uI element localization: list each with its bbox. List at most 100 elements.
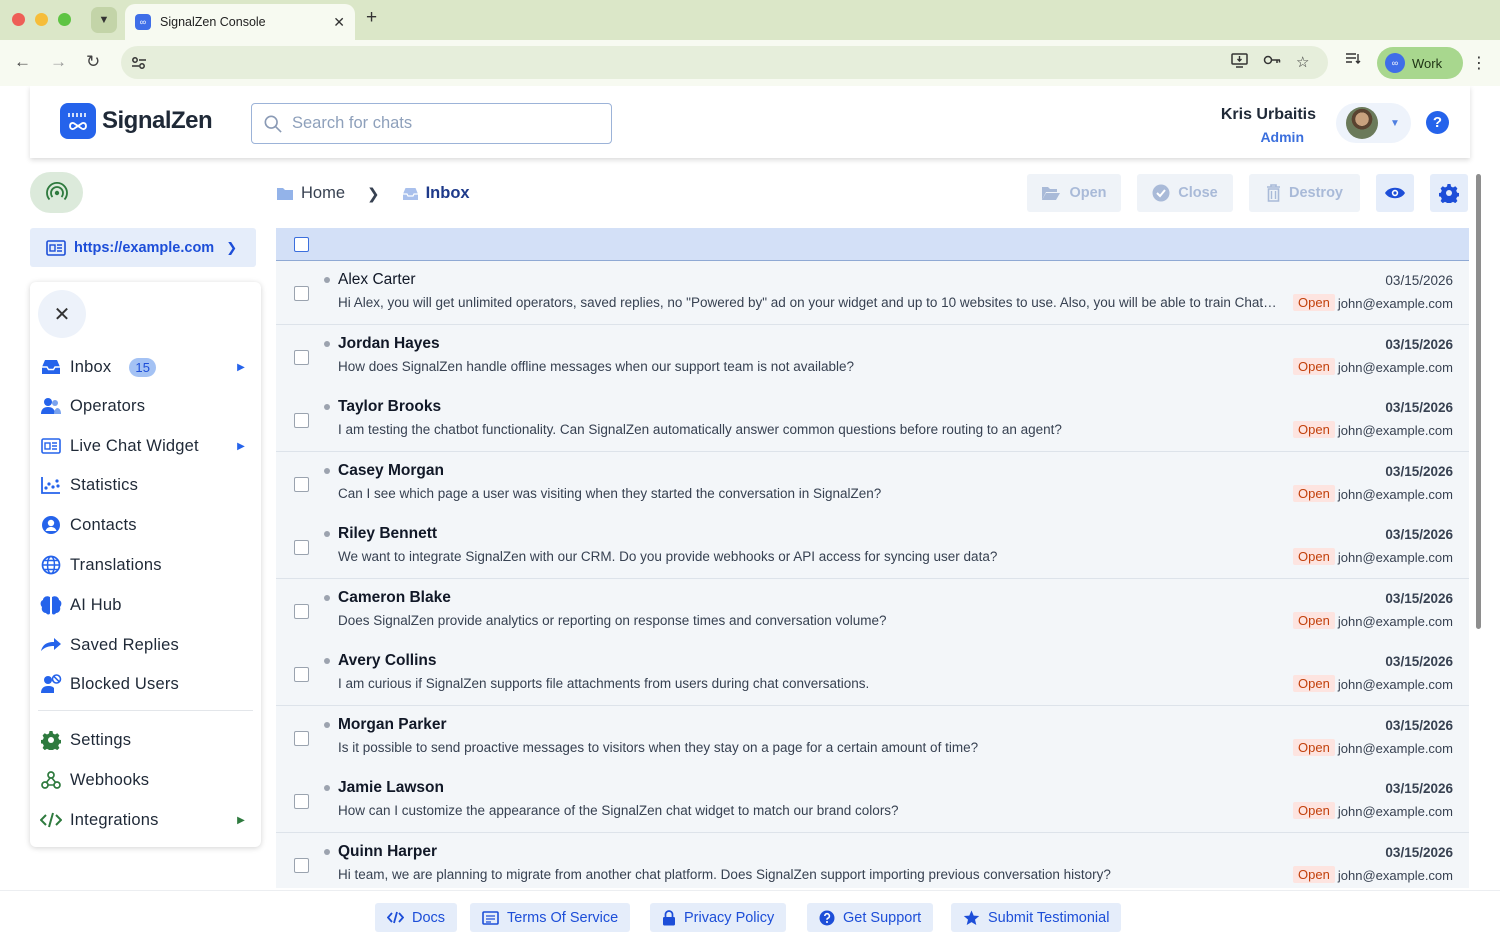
browser-menu-icon[interactable]: ⋮ — [1471, 53, 1487, 73]
breadcrumb-inbox[interactable]: Inbox — [402, 184, 470, 203]
breadcrumb-home-label: Home — [301, 184, 346, 202]
row-checkbox[interactable] — [294, 350, 309, 365]
inbox-icon — [40, 356, 62, 378]
brain-icon — [40, 594, 62, 616]
testimonial-link[interactable]: Submit Testimonial — [951, 903, 1122, 932]
chat-date: 03/15/2026 — [1385, 527, 1453, 542]
chat-email: john@example.com — [1337, 360, 1453, 375]
forward-arrow-icon[interactable]: → — [50, 52, 67, 72]
sidebar-item-webhooks[interactable]: Webhooks — [40, 764, 255, 796]
sidebar-item-label: Contacts — [70, 515, 137, 534]
sidebar-item-inbox[interactable]: Inbox 15 ▶ — [40, 351, 255, 383]
blocked-user-icon — [40, 673, 62, 695]
support-link[interactable]: Get Support — [807, 903, 934, 932]
open-button[interactable]: Open — [1027, 174, 1121, 212]
chat-name: Taylor Brooks — [338, 398, 442, 415]
browser-tab[interactable]: ∞ SignalZen Console ✕ — [125, 4, 355, 40]
table-row[interactable]: Jamie Lawson How can I customize the app… — [276, 769, 1469, 833]
chat-search-box[interactable] — [251, 103, 612, 144]
tab-close-icon[interactable]: ✕ — [333, 14, 345, 31]
row-checkbox[interactable] — [294, 286, 309, 301]
sidebar-item-integrations[interactable]: Integrations ▶ — [40, 804, 255, 836]
table-row[interactable]: Avery Collins I am curious if SignalZen … — [276, 642, 1469, 706]
reading-list-icon[interactable] — [1345, 52, 1361, 70]
select-all-checkbox[interactable] — [294, 237, 309, 252]
table-row[interactable]: Jordan Hayes How does SignalZen handle o… — [276, 325, 1469, 389]
help-icon[interactable]: ? — [1426, 111, 1449, 134]
row-checkbox[interactable] — [294, 540, 309, 555]
sidebar-item-statistics[interactable]: Statistics — [40, 469, 255, 501]
website-selector[interactable]: https://example.com ❯ — [30, 228, 256, 267]
list-settings-button[interactable] — [1430, 174, 1468, 212]
breadcrumb-home[interactable]: Home — [276, 184, 345, 203]
breadcrumb-current-label: Inbox — [425, 184, 470, 202]
back-arrow-icon[interactable]: ← — [14, 52, 31, 72]
window-minimize-button[interactable] — [35, 13, 48, 26]
row-checkbox[interactable] — [294, 858, 309, 873]
broadcast-status-button[interactable] — [30, 172, 83, 213]
chat-list: Alex Carter Hi Alex, you will get unlimi… — [276, 228, 1469, 888]
user-menu-button[interactable]: ▼ — [1336, 103, 1411, 143]
sidebar-item-contacts[interactable]: Contacts — [40, 509, 255, 541]
row-checkbox[interactable] — [294, 413, 309, 428]
install-app-icon[interactable] — [1231, 53, 1248, 72]
window-zoom-button[interactable] — [58, 13, 71, 26]
chat-name: Cameron Blake — [338, 589, 451, 606]
page-scrollbar[interactable] — [1476, 174, 1481, 629]
profile-chip[interactable]: ∞ Work — [1377, 47, 1463, 79]
bookmark-star-icon[interactable]: ☆ — [1296, 53, 1309, 71]
chat-email: john@example.com — [1337, 614, 1453, 629]
sidebar-item-ai-hub[interactable]: AI Hub — [40, 589, 255, 621]
avatar — [1346, 107, 1378, 139]
search-icon — [264, 115, 282, 133]
unread-dot — [324, 341, 330, 347]
search-input[interactable] — [292, 114, 592, 133]
sidebar-item-saved-replies[interactable]: Saved Replies — [40, 629, 255, 661]
sidebar-item-translations[interactable]: Translations — [40, 549, 255, 581]
password-key-icon[interactable] — [1263, 53, 1281, 70]
chat-name: Morgan Parker — [338, 716, 447, 733]
row-checkbox[interactable] — [294, 667, 309, 682]
reload-icon[interactable]: ↻ — [86, 52, 100, 72]
row-checkbox[interactable] — [294, 794, 309, 809]
sidebar-item-blocked-users[interactable]: Blocked Users — [40, 668, 255, 700]
close-icon[interactable]: ✕ — [38, 290, 86, 338]
sidebar-item-live-chat-widget[interactable]: Live Chat Widget ▶ — [40, 430, 255, 462]
browser-toolbar: ← → ↻ ☆ ∞ Work ⋮ — [0, 40, 1500, 86]
table-row[interactable]: Quinn Harper Hi team, we are planning to… — [276, 833, 1469, 888]
sidebar-item-settings[interactable]: Settings — [40, 724, 255, 756]
tab-search-button[interactable]: ▼ — [91, 7, 117, 33]
status-badge: Open — [1293, 358, 1335, 375]
privacy-link[interactable]: Privacy Policy — [650, 903, 787, 932]
chat-preview: How does SignalZen handle offline messag… — [338, 359, 855, 374]
table-row[interactable]: Cameron Blake Does SignalZen provide ana… — [276, 579, 1469, 643]
site-settings-icon[interactable] — [129, 53, 149, 73]
table-row[interactable]: Alex Carter Hi Alex, you will get unlimi… — [276, 261, 1469, 325]
window-close-button[interactable] — [12, 13, 25, 26]
sidebar-item-operators[interactable]: Operators — [40, 390, 255, 422]
status-badge: Open — [1293, 612, 1335, 629]
row-checkbox[interactable] — [294, 604, 309, 619]
terms-link[interactable]: Terms Of Service — [470, 903, 631, 932]
row-checkbox[interactable] — [294, 477, 309, 492]
unread-dot — [324, 404, 330, 410]
destroy-button[interactable]: Destroy — [1249, 174, 1360, 212]
table-row[interactable]: Casey Morgan Can I see which page a user… — [276, 452, 1469, 516]
table-row[interactable]: Taylor Brooks I am testing the chatbot f… — [276, 388, 1469, 452]
docs-link[interactable]: Docs — [375, 903, 458, 932]
unread-dot — [324, 595, 330, 601]
close-button[interactable]: Close — [1137, 174, 1233, 212]
new-tab-button[interactable]: + — [366, 7, 377, 29]
row-checkbox[interactable] — [294, 731, 309, 746]
destroy-button-label: Destroy — [1289, 185, 1343, 201]
unread-dot — [324, 531, 330, 537]
signalzen-favicon-icon: ∞ — [135, 14, 151, 30]
table-row[interactable]: Riley Bennett We want to integrate Signa… — [276, 515, 1469, 579]
brand-logo[interactable]: SignalZen — [60, 103, 213, 139]
view-toggle-button[interactable] — [1376, 174, 1414, 212]
menu-divider — [38, 710, 253, 711]
table-row[interactable]: Morgan Parker Is it possible to send pro… — [276, 706, 1469, 770]
address-bar[interactable]: ☆ — [121, 46, 1328, 79]
chat-name: Avery Collins — [338, 652, 437, 669]
chat-email: john@example.com — [1337, 296, 1453, 311]
